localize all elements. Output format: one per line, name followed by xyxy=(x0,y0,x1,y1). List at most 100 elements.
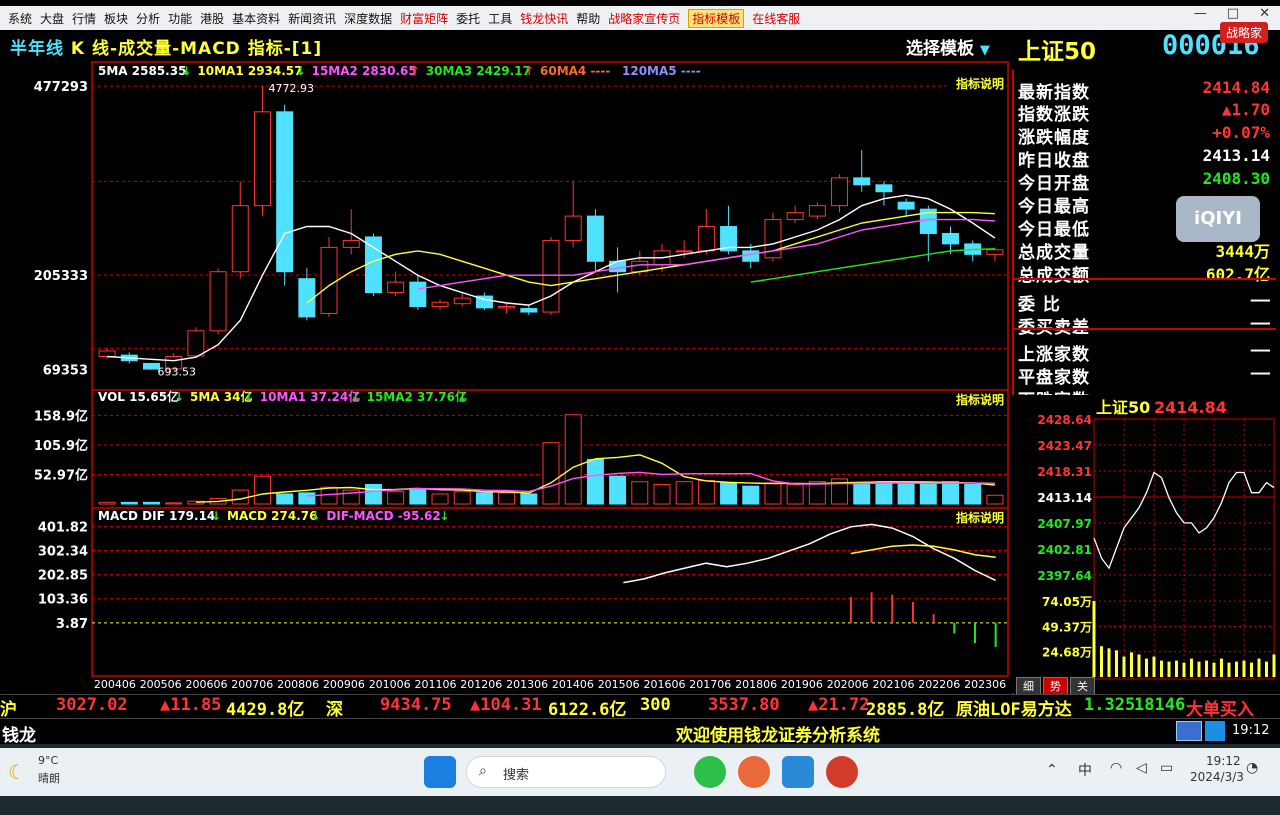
chevron-up-icon[interactable]: ⌃ xyxy=(1046,762,1058,778)
menu-item-16[interactable]: 指标模板 xyxy=(688,8,745,28)
volume-bar xyxy=(631,481,649,505)
status-item: 6122.6亿 xyxy=(548,700,627,720)
menu-item-12[interactable]: 工具 xyxy=(488,10,512,27)
menu-item-3[interactable]: 板块 xyxy=(104,10,128,27)
macd-legend-item: DIF-MACD -95.62 xyxy=(326,509,440,523)
quote-label: 今日最低 xyxy=(1018,220,1090,240)
macd-legend-arrow: ↓ xyxy=(439,509,449,523)
menu-item-14[interactable]: 帮助 xyxy=(576,10,600,27)
volume-bar xyxy=(453,491,471,505)
menu-item-6[interactable]: 港股 xyxy=(200,10,224,27)
menu-item-13[interactable]: 钱龙快讯 xyxy=(520,10,568,27)
candle xyxy=(697,226,715,252)
x-axis-label: 200506 xyxy=(140,678,182,691)
intraday-y-label: 2407.97 xyxy=(1037,517,1092,531)
candle xyxy=(742,250,760,262)
quote-value: +0.07% xyxy=(1212,123,1270,142)
intraday-y-label: 2397.64 xyxy=(1037,569,1092,583)
intraday-tab-1[interactable]: 势 xyxy=(1043,677,1068,695)
period-label[interactable]: 半年线 xyxy=(10,39,64,59)
macd-y-label: 202.85 xyxy=(38,569,88,584)
candle xyxy=(609,260,627,273)
quote-value: 2414.84 xyxy=(1202,78,1270,97)
user-icon[interactable] xyxy=(1176,721,1202,741)
volume-legend-item: 10MA1 37.24亿 xyxy=(260,389,360,404)
wifi-icon[interactable]: ◠ xyxy=(1110,760,1122,776)
speaker-icon[interactable]: ◁ xyxy=(1136,760,1147,776)
status-item: 深 xyxy=(326,700,343,720)
x-axis-label: 200606 xyxy=(186,678,228,691)
candle xyxy=(586,215,604,262)
menu-item-2[interactable]: 行情 xyxy=(72,10,96,27)
candle xyxy=(342,239,360,248)
status-item[interactable]: 大单买入 xyxy=(1186,695,1254,720)
status-item: 原油LOF易方达 xyxy=(956,700,1072,720)
quote-value: —— xyxy=(1250,340,1270,359)
kline-y-label: 69353 xyxy=(43,364,88,379)
choose-template-button[interactable]: 选择模板 ▼ xyxy=(906,34,990,59)
menu-item-5[interactable]: 功能 xyxy=(168,10,192,27)
volume-y-label: 52.97亿 xyxy=(34,467,88,483)
macd-legend-item: MACD 274.76 xyxy=(227,509,317,523)
volume-bar xyxy=(120,501,138,505)
chart-title[interactable]: 半年线 K 线-成交量-MACD 指标-[1] xyxy=(10,34,322,59)
macd-y-label: 3.87 xyxy=(56,617,88,632)
quote-label: 总成交额 xyxy=(1018,266,1090,286)
app-window: 系统 大盘 行情 板块 分析 功能 港股 基本资料 新闻资讯 深度数据 财富矩阵 委托 工具 钱龙快讯 帮助… xyxy=(0,0,1280,815)
minimize-icon[interactable]: — xyxy=(1194,6,1207,21)
volume-bar xyxy=(142,501,160,505)
windows-start-icon[interactable] xyxy=(424,756,456,788)
volume-bar xyxy=(919,482,937,505)
menu-item-4[interactable]: 分析 xyxy=(136,10,160,27)
menu-item-11[interactable]: 委托 xyxy=(456,10,480,27)
volume-bar xyxy=(764,482,782,505)
kline-legend-arrow: ↓ xyxy=(296,64,306,78)
menu-item-8[interactable]: 新闻资讯 xyxy=(288,10,336,27)
intraday-tab-2[interactable]: 关 xyxy=(1070,677,1095,695)
quote-label: 委买卖差 xyxy=(1018,318,1090,338)
menu-item-17[interactable]: 在线客服 xyxy=(752,10,800,27)
intraday-chart[interactable]: 上证50 2414.84 2428.64 2423.47 2418.31 2413.14 2… xyxy=(1012,395,1276,693)
main-chart[interactable]: 4772.93 693.53 477293 205333 69353 5MA 2585.3… xyxy=(0,58,1012,694)
menu-item-15[interactable]: 战略家宣传页 xyxy=(608,10,680,27)
volume-bar xyxy=(653,483,671,505)
volume-bar xyxy=(853,482,871,505)
quote-value: —— xyxy=(1250,363,1270,382)
volume-bar xyxy=(98,501,116,505)
menu-item-1[interactable]: 大盘 xyxy=(40,10,64,27)
x-axis-label: 202206 xyxy=(918,678,960,691)
intraday-tab-0[interactable]: 细 xyxy=(1016,677,1041,695)
volume-bar xyxy=(986,494,1004,505)
edge-browser-icon[interactable] xyxy=(694,756,726,788)
x-axis-label: 200806 xyxy=(277,678,319,691)
intraday-tabs: 细势关 xyxy=(1016,677,1095,695)
taskbar-search-box[interactable]: ⌕ 搜索 xyxy=(466,756,666,788)
volume-bar xyxy=(697,480,715,505)
menu-item-0[interactable]: 系统 xyxy=(8,10,32,27)
chevron-down-icon: ▼ xyxy=(979,43,990,58)
x-axis-label: 202306 xyxy=(964,678,1006,691)
brand-button[interactable]: 战略家 xyxy=(1219,22,1268,43)
volume-bar xyxy=(253,475,271,505)
app-icon-2[interactable] xyxy=(782,756,814,788)
macd-y-label: 103.36 xyxy=(38,593,88,608)
menu-item-10[interactable]: 财富矩阵 xyxy=(400,10,448,27)
welcome-text: 欢迎使用钱龙证券分析系统 xyxy=(676,726,880,746)
notification-icon[interactable]: ◔ xyxy=(1246,760,1258,776)
battery-icon[interactable]: ▭ xyxy=(1160,760,1173,776)
volume-y-label: 158.9亿 xyxy=(34,408,88,424)
ime-indicator[interactable]: 中 xyxy=(1078,760,1092,780)
weather-icon[interactable]: ☾ xyxy=(8,760,26,784)
menu-item-9[interactable]: 深度数据 xyxy=(344,10,392,27)
intraday-y-label: 2423.47 xyxy=(1037,439,1092,453)
app-icon[interactable] xyxy=(738,756,770,788)
candle xyxy=(276,111,294,273)
maximize-icon[interactable]: □ xyxy=(1227,6,1239,21)
close-icon[interactable]: ✕ xyxy=(1259,6,1270,21)
qianlong-app-icon[interactable] xyxy=(826,756,858,788)
monitor-icon[interactable] xyxy=(1205,721,1225,741)
menu-item-7[interactable]: 基本资料 xyxy=(232,10,280,27)
volume-bar xyxy=(609,475,627,505)
candle xyxy=(520,308,538,313)
quote-label: 平盘家数 xyxy=(1018,368,1090,388)
